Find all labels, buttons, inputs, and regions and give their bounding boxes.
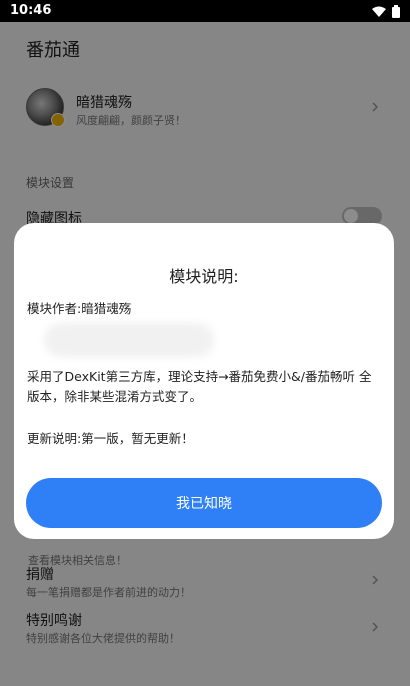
battery-icon — [392, 5, 400, 18]
wifi-icon — [372, 6, 386, 17]
confirm-button[interactable]: 我已知晓 — [26, 478, 382, 528]
dialog-author: 模块作者:暗猎魂殇 — [27, 301, 132, 316]
redacted-area — [44, 323, 214, 357]
status-bar: 10:46 — [0, 0, 410, 22]
dialog-description: 采用了DexKit第三方库，理论支持→番茄免费小&/番茄畅听 全版本，除非某些混… — [27, 369, 372, 404]
status-icons — [372, 5, 400, 18]
dialog-title: 模块说明: — [169, 267, 239, 286]
status-time: 10:46 — [10, 3, 52, 18]
dialog-changelog: 更新说明:第一版，暂无更新！ — [27, 431, 194, 446]
module-info-dialog: 模块说明: 模块作者:暗猎魂殇 采用了DexKit第三方库，理论支持→番茄免费小… — [14, 223, 394, 539]
